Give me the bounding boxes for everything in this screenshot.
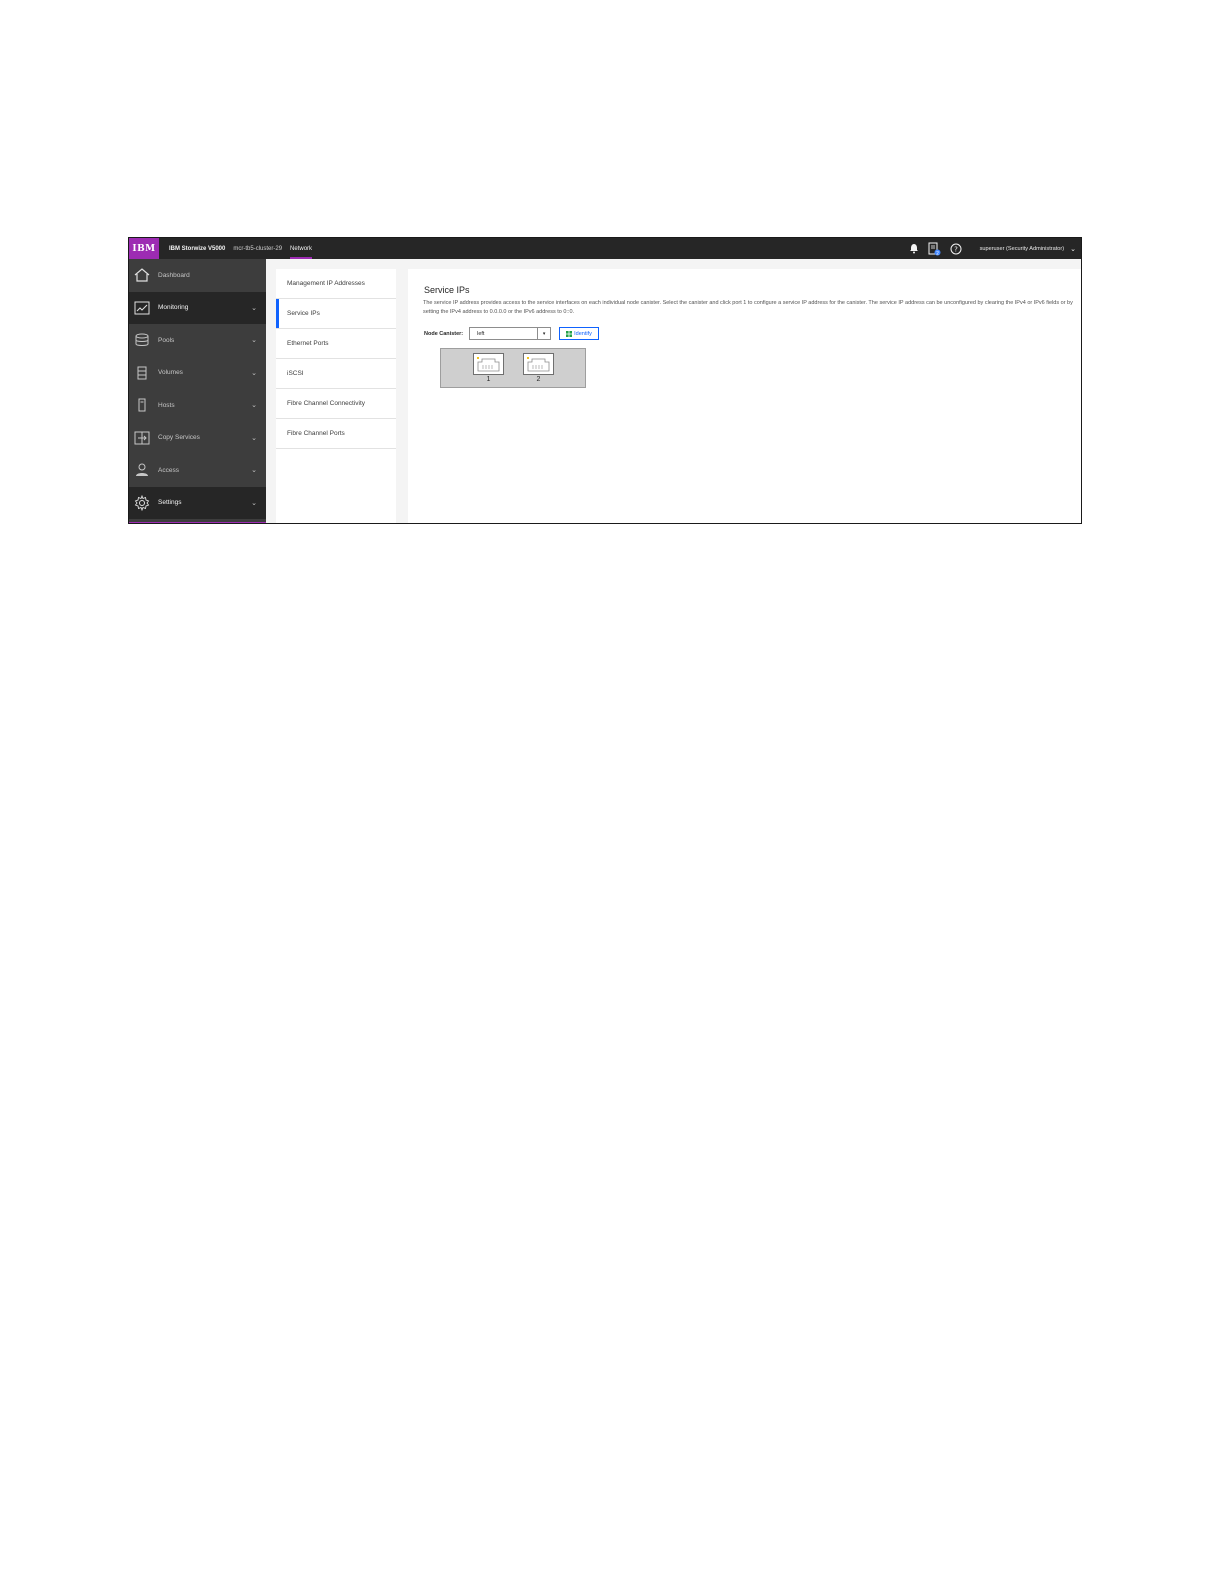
subnav-item-management-ip[interactable]: Management IP Addresses <box>276 269 396 299</box>
page-description: The service IP address provides access t… <box>423 300 1073 315</box>
subnav-item-service-ips[interactable]: Service IPs <box>276 299 396 329</box>
subnav-item-iscsi[interactable]: iSCSI <box>276 359 396 389</box>
copy-services-icon <box>134 430 150 446</box>
ibm-logo: IBM <box>129 238 159 259</box>
pools-icon <box>134 332 150 348</box>
identify-label: Identify <box>574 330 592 337</box>
node-canister-row: Node Canister: left ▾ Identify <box>424 327 599 340</box>
sidebar-item-volumes[interactable]: Volumes ⌄ <box>129 357 266 390</box>
chevron-down-icon: ⌄ <box>251 304 257 312</box>
settings-subnav: Management IP Addresses Service IPs Ethe… <box>276 269 396 523</box>
product-name: IBM Storwize V5000 <box>169 245 226 252</box>
settings-icon <box>134 494 150 511</box>
sidebar-accent <box>129 522 266 523</box>
chevron-down-icon: ⌄ <box>251 402 257 410</box>
sidebar-item-pools[interactable]: Pools ⌄ <box>129 324 266 357</box>
help-icon[interactable]: ? <box>949 242 963 256</box>
chevron-down-icon: ⌄ <box>251 369 257 377</box>
top-bar: IBM IBM Storwize V5000 mcr-tb5-cluster-2… <box>129 238 1081 259</box>
subnav-item-fc-ports[interactable]: Fibre Channel Ports <box>276 419 396 449</box>
monitoring-icon <box>134 300 150 316</box>
user-menu[interactable]: superuser (Security Administrator) <box>980 246 1065 252</box>
home-icon <box>134 267 150 283</box>
sidebar-item-label: Settings <box>158 499 182 507</box>
sidebar-item-label: Hosts <box>158 401 175 409</box>
chevron-down-icon[interactable]: ⌄ <box>1070 245 1076 253</box>
sidebar-item-copy-services[interactable]: Copy Services ⌄ <box>129 422 266 455</box>
node-canister-label: Node Canister: <box>424 330 464 337</box>
subnav-item-fc-connectivity[interactable]: Fibre Channel Connectivity <box>276 389 396 419</box>
port-number: 2 <box>536 376 541 383</box>
chevron-down-icon: ▾ <box>537 328 550 339</box>
ethernet-port-2[interactable] <box>523 353 554 375</box>
cluster-name[interactable]: mcr-tb5-cluster-29 <box>233 246 282 252</box>
top-icons: 2 ? superuser (Security Administrator) ⌄ <box>907 238 1081 259</box>
sidebar-item-label: Access <box>158 466 179 474</box>
sidebar-item-monitoring[interactable]: Monitoring ⌄ <box>129 291 266 324</box>
identify-button[interactable]: Identify <box>559 327 599 340</box>
app-window: IBM IBM Storwize V5000 mcr-tb5-cluster-2… <box>128 237 1082 524</box>
main-panel: Service IPs The service IP address provi… <box>408 269 1081 523</box>
sidebar: Dashboard Monitoring ⌄ Pools ⌄ Volumes ⌄ <box>129 259 266 523</box>
svg-text:2: 2 <box>936 250 939 256</box>
led-icon <box>566 330 573 337</box>
sidebar-item-label: Pools <box>158 336 175 344</box>
svg-text:?: ? <box>954 245 958 253</box>
chevron-down-icon: ⌄ <box>251 499 257 507</box>
sidebar-item-label: Copy Services <box>158 434 200 442</box>
breadcrumb[interactable]: Network <box>290 238 313 259</box>
node-canister-select[interactable]: left ▾ <box>469 327 552 340</box>
sidebar-item-label: Monitoring <box>158 304 189 312</box>
sidebar-item-settings[interactable]: Settings ⌄ <box>129 486 266 519</box>
port-number: 1 <box>486 376 491 383</box>
chevron-down-icon: ⌄ <box>251 434 257 442</box>
sidebar-item-dashboard[interactable]: Dashboard <box>129 259 266 292</box>
sidebar-item-access[interactable]: Access ⌄ <box>129 454 266 487</box>
volumes-icon <box>134 365 150 381</box>
subnav-item-ethernet-ports[interactable]: Ethernet Ports <box>276 329 396 359</box>
node-canister-diagram: 1 2 <box>440 348 586 388</box>
access-icon <box>134 462 150 478</box>
node-canister-value: left <box>477 330 485 337</box>
sidebar-item-hosts[interactable]: Hosts ⌄ <box>129 389 266 422</box>
hosts-icon <box>134 397 150 413</box>
ethernet-port-1[interactable] <box>473 353 504 375</box>
sidebar-item-label: Volumes <box>158 369 183 377</box>
sidebar-item-label: Dashboard <box>158 271 190 279</box>
bell-icon[interactable] <box>907 242 921 256</box>
chevron-down-icon: ⌄ <box>251 337 257 345</box>
chevron-down-icon: ⌄ <box>251 467 257 475</box>
tasks-icon[interactable]: 2 <box>928 242 942 256</box>
page-title: Service IPs <box>424 285 470 295</box>
